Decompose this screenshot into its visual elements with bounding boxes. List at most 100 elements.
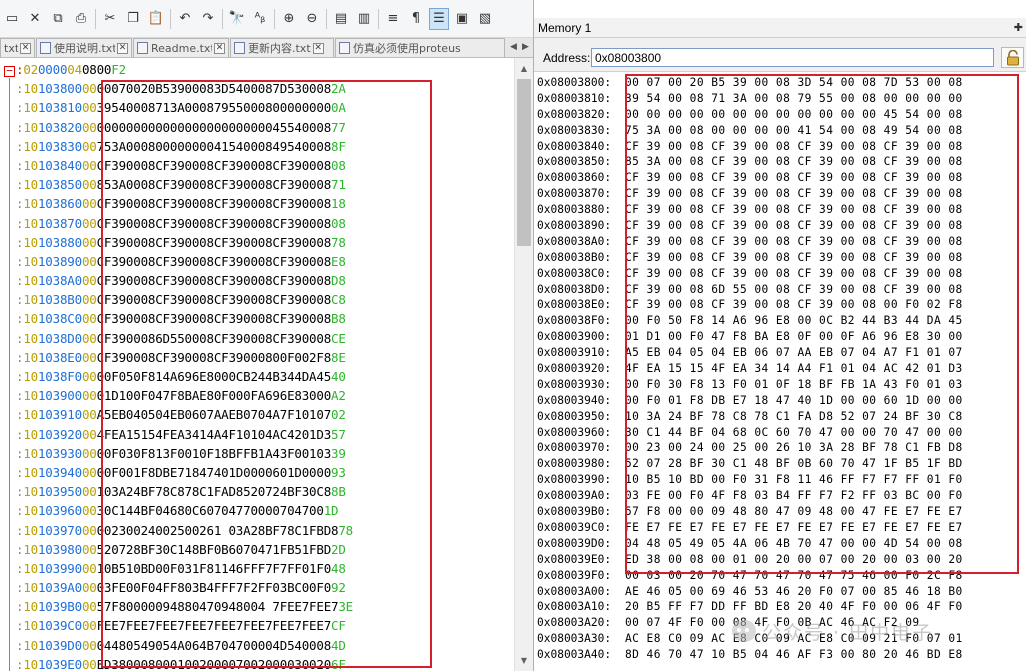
zoom-in-icon[interactable]: ⊕ [279, 8, 299, 30]
record-checksum: 0A [331, 100, 346, 116]
file-tab[interactable]: 仿真必须使用proteus [335, 38, 505, 57]
record-type: 00 [81, 445, 97, 461]
cut-icon[interactable]: ✂ [100, 8, 120, 30]
memory-row-bytes[interactable]: FE E7 FE E7 FE E7 FE E7 FE E7 FE E7 FE E… [625, 520, 963, 536]
indent-guide-icon[interactable]: ☰ [429, 7, 449, 30]
memory-row-bytes[interactable]: 10 3A 24 BF 78 C8 78 C1 FA D8 52 07 24 B… [625, 409, 963, 425]
lock-button[interactable] [1001, 47, 1024, 68]
tab-scroll-right-icon[interactable]: ▶ [520, 40, 531, 54]
file-tab[interactable]: txt ✕ [0, 38, 35, 57]
replace-icon[interactable]: ᴬᵦ [250, 8, 270, 30]
show-all-chars-icon[interactable]: ¶ [406, 8, 426, 30]
scroll-up-icon[interactable]: ▲ [515, 60, 533, 77]
memory-row-bytes[interactable]: CF 39 00 08 CF 39 00 08 CF 39 00 08 00 F… [625, 297, 963, 313]
sync-scroll-h-icon[interactable]: ▥ [354, 8, 374, 30]
record-type: 00 [81, 618, 97, 634]
memory-row-bytes[interactable]: ED 38 00 08 00 01 00 20 00 07 00 20 00 0… [625, 552, 963, 568]
scroll-thumb[interactable] [517, 79, 531, 246]
memory-row-bytes[interactable]: CF 39 00 08 CF 39 00 08 CF 39 00 08 CF 3… [625, 234, 963, 250]
pin-icon[interactable]: ✚ [1014, 21, 1023, 34]
record-type: 00 [81, 541, 97, 557]
zoom-out-icon[interactable]: ⊖ [302, 8, 322, 30]
memory-row-address: 0x08003940: [537, 393, 612, 407]
record-type: 00 [81, 119, 97, 135]
undo-icon[interactable]: ↶ [175, 8, 195, 30]
record-data: 853A0008CF390008CF390008CF390008 [96, 177, 332, 193]
record-address: 1038D0 [37, 330, 82, 346]
memory-row-bytes[interactable]: A5 EB 04 05 04 EB 06 07 AA EB 07 04 A7 F… [625, 345, 963, 361]
memory-row-bytes[interactable]: CF 39 00 08 CF 39 00 08 CF 39 00 08 CF 3… [625, 218, 963, 234]
close-tab-icon[interactable]: ✕ [20, 42, 31, 54]
memory-row-bytes[interactable]: 00 F0 30 F8 13 F0 01 0F 18 BF FB 1A 43 F… [625, 377, 963, 393]
memory-row-bytes[interactable]: 00 07 00 20 B5 39 00 08 3D 54 00 08 7D 5… [625, 75, 963, 91]
close-tab-icon[interactable]: ✕ [214, 42, 225, 54]
memory-row: 0x08003910: A5 EB 04 05 04 EB 06 07 AA EB… [537, 345, 1025, 361]
memory-row: 0x08003A00: AE 46 05 00 69 46 53 46 20 F0… [537, 584, 1025, 600]
document-map-icon[interactable]: ▧ [475, 8, 495, 30]
file-tab[interactable]: Readme.txt ✕ [133, 38, 229, 57]
memory-row-bytes[interactable]: 57 F8 00 00 09 48 80 47 09 48 00 47 FE E… [625, 504, 963, 520]
memory-row-bytes[interactable]: 85 3A 00 08 CF 39 00 08 CF 39 00 08 CF 3… [625, 154, 963, 170]
fold-collapse-icon[interactable]: − [4, 65, 15, 77]
print-icon[interactable]: ⎙ [71, 8, 91, 30]
scroll-down-icon[interactable]: ▼ [515, 652, 533, 669]
memory-row: 0x080038C0: CF 39 00 08 CF 39 00 08 CF 39… [537, 266, 1025, 282]
memory-row-bytes[interactable]: 4F EA 15 15 4F EA 34 14 A4 F1 01 04 AC 4… [625, 361, 963, 377]
record-length: 10 [23, 388, 38, 404]
memory-row-bytes[interactable]: CF 39 00 08 CF 39 00 08 CF 39 00 08 CF 3… [625, 266, 963, 282]
copy-text-icon[interactable]: ❐ [123, 8, 143, 30]
code-line: :101039E000ED380008000100200007002000030… [16, 655, 514, 671]
close-file-icon[interactable]: ✕ [25, 8, 45, 30]
memory-row-bytes[interactable]: CF 39 00 08 CF 39 00 08 CF 39 00 08 CF 3… [625, 250, 963, 266]
memory-row-bytes[interactable]: 75 3A 00 08 00 00 00 00 41 54 00 08 49 5… [625, 123, 963, 139]
memory-row-bytes[interactable]: CF 39 00 08 CF 39 00 08 CF 39 00 08 CF 3… [625, 186, 963, 202]
file-tab[interactable]: 更新内容.txt ✕ [230, 38, 334, 57]
paste-icon[interactable]: 📋 [146, 8, 166, 30]
memory-row-bytes[interactable]: 10 B5 10 BD 00 F0 31 F8 11 46 FF F7 F7 F… [625, 472, 963, 488]
sync-scroll-v-icon[interactable]: ▤ [331, 8, 351, 30]
memory-row-bytes[interactable]: AE 46 05 00 69 46 53 46 20 F0 07 00 85 4… [625, 584, 963, 600]
watermark: 公众号 · 田中电子 [732, 617, 1012, 645]
user-language-icon[interactable]: ▣ [452, 8, 472, 30]
editor-vertical-scrollbar[interactable]: ▲ ▼ [514, 58, 533, 671]
editor-toolbar: ▭ ✕ ⧉ ⎙ ✂ ❐ 📋 ↶ ↷ 🔭 ᴬᵦ ⊕ ⊖ ▤ ▥ ≡ ¶ ☰ ▣ ▧ [0, 0, 533, 38]
memory-row-bytes[interactable]: 00 F0 01 F8 DB E7 18 47 40 1D 00 00 60 1… [625, 393, 963, 409]
memory-row-bytes[interactable]: 03 FE 00 F0 4F F8 03 B4 FF F7 F2 FF 03 B… [625, 488, 963, 504]
memory-row-bytes[interactable]: CF 39 00 08 CF 39 00 08 CF 39 00 08 CF 3… [625, 139, 963, 155]
record-type: 00 [81, 388, 97, 404]
code-line: :101038000000070020B53900083D5400087D530… [16, 79, 514, 98]
memory-row-bytes[interactable]: 30 C1 44 BF 04 68 0C 60 70 47 00 00 70 4… [625, 425, 963, 441]
memory-row-bytes[interactable]: 04 48 05 49 05 4A 06 4B 70 47 00 00 4D 5… [625, 536, 963, 552]
memory-row-bytes[interactable]: 39 54 00 08 71 3A 00 08 79 55 00 08 00 0… [625, 91, 963, 107]
record-address: 103860 [37, 196, 82, 212]
close-all-icon[interactable]: ⧉ [48, 8, 68, 30]
memory-row-address: 0x080038B0: [537, 250, 612, 264]
copy-icon[interactable]: ▭ [2, 8, 22, 30]
memory-row-bytes[interactable]: 00 23 00 24 00 25 00 26 10 3A 28 BF 78 C… [625, 440, 963, 456]
code-line: :101038B000CF390008CF390008CF390008CF390… [16, 290, 514, 309]
record-length: 10 [23, 273, 38, 289]
code-area[interactable]: :020000040800F2 :101038000000070020B5390… [16, 60, 514, 671]
memory-row-bytes[interactable]: 00 00 00 00 00 00 00 00 00 00 00 00 45 5… [625, 107, 963, 123]
address-input[interactable] [591, 48, 994, 67]
memory-row-bytes[interactable]: CF 39 00 08 6D 55 00 08 CF 39 00 08 CF 3… [625, 282, 963, 298]
file-tab[interactable]: 使用说明.txt ✕ [36, 38, 132, 57]
word-wrap-icon[interactable]: ≡ [383, 8, 403, 30]
record-address: 1038A0 [37, 273, 82, 289]
memory-row-bytes[interactable]: CF 39 00 08 CF 39 00 08 CF 39 00 08 CF 3… [625, 202, 963, 218]
find-icon[interactable]: 🔭 [227, 8, 247, 30]
memory-row-bytes[interactable]: CF 39 00 08 CF 39 00 08 CF 39 00 08 CF 3… [625, 170, 963, 186]
memory-row-bytes[interactable]: 52 07 28 BF 30 C1 48 BF 0B 60 70 47 1F B… [625, 456, 963, 472]
memory-row-bytes[interactable]: 8D 46 70 47 10 B5 04 46 AF F3 00 80 20 4… [625, 647, 963, 663]
close-tab-icon[interactable]: ✕ [117, 42, 128, 54]
record-checksum: 8B [331, 484, 346, 500]
memory-grid[interactable]: 0x08003800: 00 07 00 20 B5 39 00 08 3D 54… [537, 75, 1025, 671]
memory-row-bytes[interactable]: 01 D1 00 F0 47 F8 BA E8 0F 00 0F A6 96 E… [625, 329, 963, 345]
memory-row-bytes[interactable]: 20 B5 FF F7 DD FF BD E8 20 40 4F F0 00 0… [625, 599, 963, 615]
redo-icon[interactable]: ↷ [198, 8, 218, 30]
tab-scroll-left-icon[interactable]: ◀ [508, 40, 519, 54]
memory-row-bytes[interactable]: 00 F0 50 F8 14 A6 96 E8 00 0C B2 44 B3 4… [625, 313, 963, 329]
close-tab-icon[interactable]: ✕ [312, 42, 324, 54]
memory-row-bytes[interactable]: 00 03 00 20 70 47 70 47 70 47 75 46 00 F… [625, 568, 963, 584]
record-address: 1038B0 [37, 292, 82, 308]
